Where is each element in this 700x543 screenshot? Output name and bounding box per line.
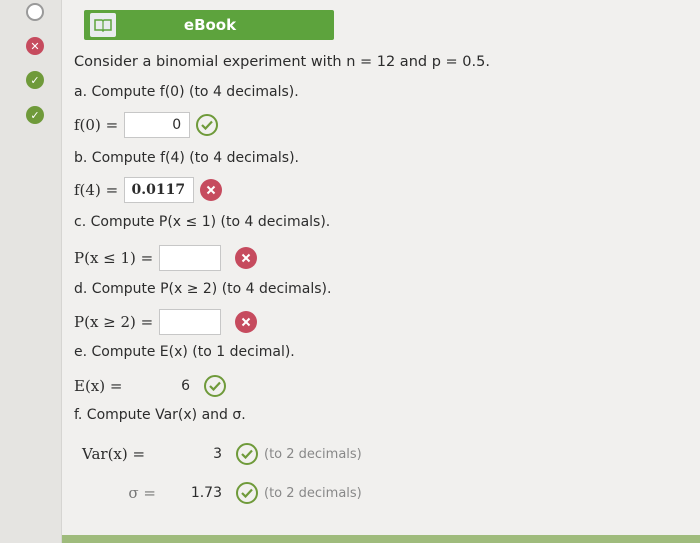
incorrect-x-icon bbox=[235, 247, 258, 269]
part-d-prompt: d. Compute P(x ≥ 2) (to 4 decimals). bbox=[74, 281, 332, 297]
correct-check-icon bbox=[236, 482, 258, 504]
part-a-prompt: a. Compute f(0) (to 4 decimals). bbox=[74, 84, 299, 100]
correct-check-icon bbox=[236, 443, 258, 465]
question-status-rail: ✕ ✓ ✓ bbox=[0, 0, 62, 543]
status-correct-icon[interactable]: ✓ bbox=[26, 106, 44, 124]
var-label: Var(x) = bbox=[82, 445, 146, 463]
book-icon bbox=[90, 13, 116, 37]
status-unanswered-icon[interactable] bbox=[26, 3, 44, 21]
part-c-prompt: c. Compute P(x ≤ 1) (to 4 decimals). bbox=[74, 214, 331, 230]
part-d-input[interactable] bbox=[159, 309, 222, 335]
var-input[interactable]: 3 bbox=[168, 441, 230, 467]
incorrect-x-icon bbox=[200, 179, 223, 201]
part-e-answer-row: E(x) = 6 bbox=[74, 373, 226, 399]
correct-check-icon bbox=[204, 375, 226, 397]
part-a-answer-row: f(0) = 0 bbox=[74, 112, 219, 138]
status-wrong-icon[interactable]: ✕ bbox=[26, 37, 44, 55]
sigma-input[interactable]: 1.73 bbox=[168, 480, 230, 506]
part-c-answer-row: P(x ≤ 1) = bbox=[74, 245, 258, 271]
bottom-strip bbox=[62, 535, 700, 543]
part-d-label: P(x ≥ 2) = bbox=[74, 313, 154, 331]
incorrect-x-icon bbox=[235, 311, 258, 333]
part-f-prompt: f. Compute Var(x) and σ. bbox=[74, 407, 246, 423]
ebook-label: eBook bbox=[183, 16, 237, 34]
part-a-input[interactable]: 0 bbox=[124, 112, 191, 138]
part-b-prompt: b. Compute f(4) (to 4 decimals). bbox=[74, 150, 300, 166]
part-e-label: E(x) = bbox=[74, 377, 123, 395]
ebook-button[interactable]: eBook bbox=[84, 10, 334, 40]
part-b-answer-row: f(4) = 0.0117 bbox=[74, 177, 223, 203]
sigma-label: σ = bbox=[128, 484, 156, 502]
part-e-input[interactable]: 6 bbox=[136, 373, 198, 399]
part-a-label: f(0) = bbox=[74, 116, 119, 134]
sigma-precision-hint: (to 2 decimals) bbox=[264, 485, 362, 501]
correct-check-icon bbox=[196, 114, 219, 136]
var-precision-hint: (to 2 decimals) bbox=[264, 446, 362, 462]
part-c-input[interactable] bbox=[159, 245, 222, 271]
part-f-var-row: Var(x) = 3 (to 2 decimals) bbox=[82, 441, 362, 467]
question-panel: eBook Consider a binomial experiment wit… bbox=[62, 0, 700, 543]
status-correct-icon[interactable]: ✓ bbox=[26, 71, 44, 89]
part-b-input[interactable]: 0.0117 bbox=[124, 177, 195, 203]
problem-intro: Consider a binomial experiment with n = … bbox=[74, 54, 490, 70]
part-c-label: P(x ≤ 1) = bbox=[74, 249, 154, 267]
part-b-label: f(4) = bbox=[74, 181, 119, 199]
part-d-answer-row: P(x ≥ 2) = bbox=[74, 309, 258, 335]
part-f-sigma-row: σ = 1.73 (to 2 decimals) bbox=[82, 480, 362, 506]
part-e-prompt: e. Compute E(x) (to 1 decimal). bbox=[74, 344, 295, 360]
